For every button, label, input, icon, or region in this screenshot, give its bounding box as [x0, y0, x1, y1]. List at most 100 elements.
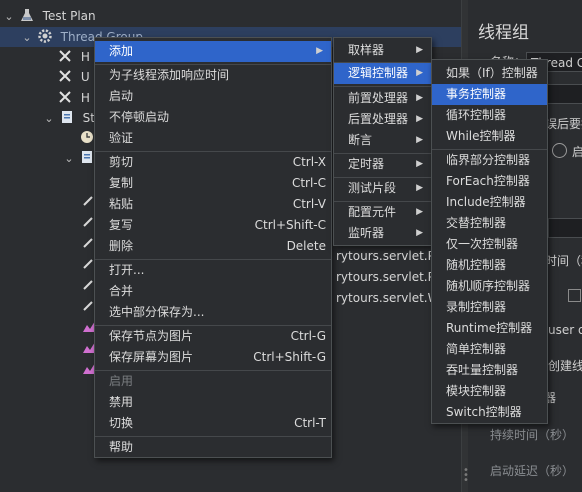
chevron-right-icon: ▶: [416, 114, 423, 124]
menu-item-add[interactable]: 添加 ▶: [95, 41, 331, 62]
menu-item-sampler[interactable]: 取样器 ▶: [334, 40, 431, 61]
menu-item-save-selection-as[interactable]: 选中部分保存为...: [95, 302, 331, 323]
menu-item-while-controller[interactable]: While控制器: [432, 126, 547, 147]
tools-icon: [59, 50, 71, 62]
chevron-right-icon: ▶: [416, 207, 423, 217]
chevron-right-icon: ▶: [416, 68, 423, 78]
radio-label: 启: [572, 145, 582, 159]
menu-item-start[interactable]: 启动: [95, 86, 331, 107]
menu-item-label: 复制: [109, 176, 134, 190]
tree-node-test-plan[interactable]: ⌄ Test Plan: [2, 6, 96, 26]
menu-item-loop-controller[interactable]: 循环控制器: [432, 105, 547, 126]
shortcut-label: Ctrl-C: [291, 176, 326, 190]
menu-item-label: 切换: [109, 416, 134, 430]
menu-item-merge[interactable]: 合并: [95, 281, 331, 302]
menu-item-runtime-controller[interactable]: Runtime控制器: [432, 318, 547, 339]
radio-button[interactable]: [552, 143, 567, 158]
menu-item-delete[interactable]: 删除 Delete: [95, 236, 331, 257]
chevron-right-icon: ▶: [416, 93, 423, 103]
menu-item-copy[interactable]: 复制 Ctrl-C: [95, 173, 331, 194]
tree-node-controller[interactable]: ⌄ St: [42, 108, 95, 128]
menu-item-simple-controller[interactable]: 简单控制器: [432, 339, 547, 360]
menu-item-paste[interactable]: 粘贴 Ctrl-V: [95, 194, 331, 215]
menu-item-label: 选中部分保存为...: [109, 305, 205, 319]
menu-item-timer[interactable]: 定时器 ▶: [334, 154, 431, 175]
tree-label: H: [80, 91, 90, 105]
tree-node-sampler[interactable]: H: [58, 88, 90, 108]
tree-node-url[interactable]: rytours.servlet.We: [336, 288, 446, 308]
menu-item-enable[interactable]: 启用: [95, 371, 331, 392]
menu-item-duplicate[interactable]: 复写 Ctrl+Shift-C: [95, 215, 331, 236]
menu-item-transaction-controller[interactable]: 事务控制器: [432, 84, 547, 105]
document-icon: [81, 151, 92, 163]
menu-item-label: 启用: [109, 374, 134, 388]
menu-item-label: 断言: [348, 133, 373, 147]
menu-item-foreach-controller[interactable]: ForEach控制器: [432, 171, 547, 192]
chevron-right-icon: ▶: [416, 228, 423, 238]
menu-item-label: 打开...: [109, 263, 145, 277]
menu-item-label: 取样器: [348, 43, 385, 57]
delay-create-label: 创建线程: [548, 359, 582, 373]
error-action-label: 误后要执: [545, 117, 582, 131]
chevron-down-icon[interactable]: ⌄: [62, 149, 76, 169]
tools-icon: [59, 70, 71, 82]
panel-title: 线程组: [478, 23, 529, 43]
menu-item-help[interactable]: 帮助: [95, 437, 331, 458]
ramp-time-label: 时间（秒: [545, 254, 582, 268]
shortcut-label: Ctrl-X: [292, 155, 326, 169]
menu-item-label: 不停顿启动: [109, 110, 170, 124]
tree-node-sampler[interactable]: H: [58, 47, 90, 67]
menu-item-disable[interactable]: 禁用: [95, 392, 331, 413]
menu-item-critical-section-controller[interactable]: 临界部分控制器: [432, 150, 547, 171]
menu-item-if-controller[interactable]: 如果（If）控制器: [432, 63, 547, 84]
menu-item-label: 添加: [109, 44, 134, 58]
menu-item-random-controller[interactable]: 随机控制器: [432, 255, 547, 276]
menu-item-toggle[interactable]: 切换 Ctrl-T: [95, 413, 331, 434]
menu-item-label: 保存屏幕为图片: [109, 350, 194, 364]
checkbox[interactable]: [568, 289, 581, 302]
menu-item-validate[interactable]: 验证: [95, 128, 331, 149]
menu-item-include-controller[interactable]: Include控制器: [432, 192, 547, 213]
menu-item-test-fragment[interactable]: 测试片段 ▶: [334, 178, 431, 199]
menu-item-post-processors[interactable]: 后置处理器 ▶: [334, 109, 431, 130]
menu-item-add-think-time[interactable]: 为子线程添加响应时间: [95, 65, 331, 86]
chevron-down-icon[interactable]: ⌄: [20, 28, 34, 48]
menu-item-logic-controller[interactable]: 逻辑控制器 ▶: [334, 63, 431, 84]
shortcut-label: Ctrl-G: [290, 329, 326, 343]
menu-item-start-no-pause[interactable]: 不停顿启动: [95, 107, 331, 128]
menu-item-recording-controller[interactable]: 录制控制器: [432, 297, 547, 318]
menu-item-config-element[interactable]: 配置元件 ▶: [334, 202, 431, 223]
menu-item-label: 剪切: [109, 155, 134, 169]
menu-item-throughput-controller[interactable]: 吞吐量控制器: [432, 360, 547, 381]
menu-item-label: 为子线程添加响应时间: [109, 68, 230, 82]
shortcut-label: Ctrl+Shift-G: [253, 350, 326, 364]
menu-item-save-node-image[interactable]: 保存节点为图片 Ctrl-G: [95, 326, 331, 347]
menu-item-listener[interactable]: 监听器 ▶: [334, 223, 431, 244]
logic-controller-submenu: 如果（If）控制器 事务控制器 循环控制器 While控制器 临界部分控制器 F…: [431, 59, 548, 424]
tree-node-sampler[interactable]: U: [58, 67, 90, 87]
menu-item-label: 定时器: [348, 157, 385, 171]
menu-item-label: 逻辑控制器: [348, 66, 409, 80]
same-user-label: user on: [548, 323, 582, 337]
menu-item-switch-controller[interactable]: Switch控制器: [432, 402, 547, 423]
menu-item-cut[interactable]: 剪切 Ctrl-X: [95, 152, 331, 173]
menu-item-label: 保存节点为图片: [109, 329, 194, 343]
menu-item-label: 启动: [109, 89, 134, 103]
menu-item-label: 禁用: [109, 395, 134, 409]
menu-item-random-order-controller[interactable]: 随机顺序控制器: [432, 276, 547, 297]
chevron-down-icon[interactable]: ⌄: [2, 7, 16, 27]
menu-item-label: 验证: [109, 131, 134, 145]
menu-item-pre-processors[interactable]: 前置处理器 ▶: [334, 88, 431, 109]
context-menu: 添加 ▶ 为子线程添加响应时间 启动 不停顿启动 验证 剪切 Ctrl-X 复制 Ct…: [94, 37, 332, 458]
menu-item-module-controller[interactable]: 模块控制器: [432, 381, 547, 402]
menu-item-interleave-controller[interactable]: 交替控制器: [432, 213, 547, 234]
threads-field[interactable]: [548, 218, 582, 238]
comment-field[interactable]: [546, 84, 582, 104]
menu-item-open[interactable]: 打开...: [95, 260, 331, 281]
shortcut-label: Ctrl-T: [294, 416, 326, 430]
menu-item-once-only-controller[interactable]: 仅一次控制器: [432, 234, 547, 255]
menu-item-assertions[interactable]: 断言 ▶: [334, 130, 431, 151]
menu-item-save-screen-image[interactable]: 保存屏幕为图片 Ctrl+Shift-G: [95, 347, 331, 368]
chevron-right-icon: ▶: [416, 183, 423, 193]
chevron-down-icon[interactable]: ⌄: [42, 109, 56, 129]
